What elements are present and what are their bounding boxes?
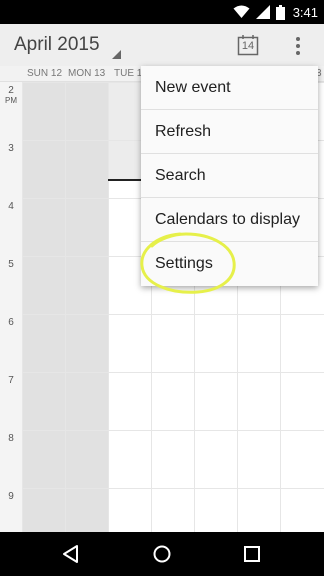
grid-hline xyxy=(22,372,324,373)
menu-item-settings[interactable]: Settings xyxy=(141,242,318,286)
app-bar: April 2015 14 xyxy=(0,24,324,66)
today-date: 14 xyxy=(241,40,255,52)
grid-hline xyxy=(22,430,324,431)
menu-item-new-event[interactable]: New event xyxy=(141,66,318,110)
grid-vline xyxy=(65,82,66,532)
grid-vline xyxy=(22,82,23,532)
grid-hline xyxy=(22,314,324,315)
signal-icon xyxy=(255,5,270,19)
hour-label: 7 xyxy=(8,375,14,386)
hour-label: 5 xyxy=(8,259,14,270)
day-header-sun[interactable]: SUN 12 xyxy=(27,68,62,79)
dropdown-triangle-icon[interactable] xyxy=(112,50,121,59)
today-button[interactable]: 14 xyxy=(237,34,259,56)
hour-label: 8 xyxy=(8,433,14,444)
overflow-menu-icon[interactable] xyxy=(292,36,304,56)
hour-label: 6 xyxy=(8,317,14,328)
battery-icon xyxy=(275,4,285,20)
grid-vline xyxy=(108,82,109,532)
hour-suffix: PM xyxy=(5,96,17,105)
back-icon[interactable] xyxy=(60,543,82,565)
status-time: 3:41 xyxy=(292,4,318,20)
day-header-mon[interactable]: MON 13 xyxy=(68,68,105,79)
hour-label: 2 PM xyxy=(0,86,22,106)
hour-label: 4 xyxy=(8,201,14,212)
menu-item-search[interactable]: Search xyxy=(141,154,318,198)
navigation-bar xyxy=(0,532,324,576)
hour-label: 9 xyxy=(8,491,14,502)
month-title[interactable]: April 2015 xyxy=(14,34,100,56)
wifi-icon xyxy=(233,5,250,18)
day-header-tue[interactable]: TUE 1 xyxy=(114,68,142,79)
hour-label: 3 xyxy=(8,143,14,154)
status-icons: 3:41 xyxy=(233,3,318,21)
grid-hline xyxy=(22,488,324,489)
hour-number: 2 xyxy=(8,85,14,96)
overflow-menu: New event Refresh Search Calendars to di… xyxy=(141,66,318,286)
recents-icon[interactable] xyxy=(241,543,263,565)
home-icon[interactable] xyxy=(151,543,173,565)
menu-item-refresh[interactable]: Refresh xyxy=(141,110,318,154)
menu-item-calendars-to-display[interactable]: Calendars to display xyxy=(141,198,318,242)
status-bar: 3:41 xyxy=(0,0,324,24)
